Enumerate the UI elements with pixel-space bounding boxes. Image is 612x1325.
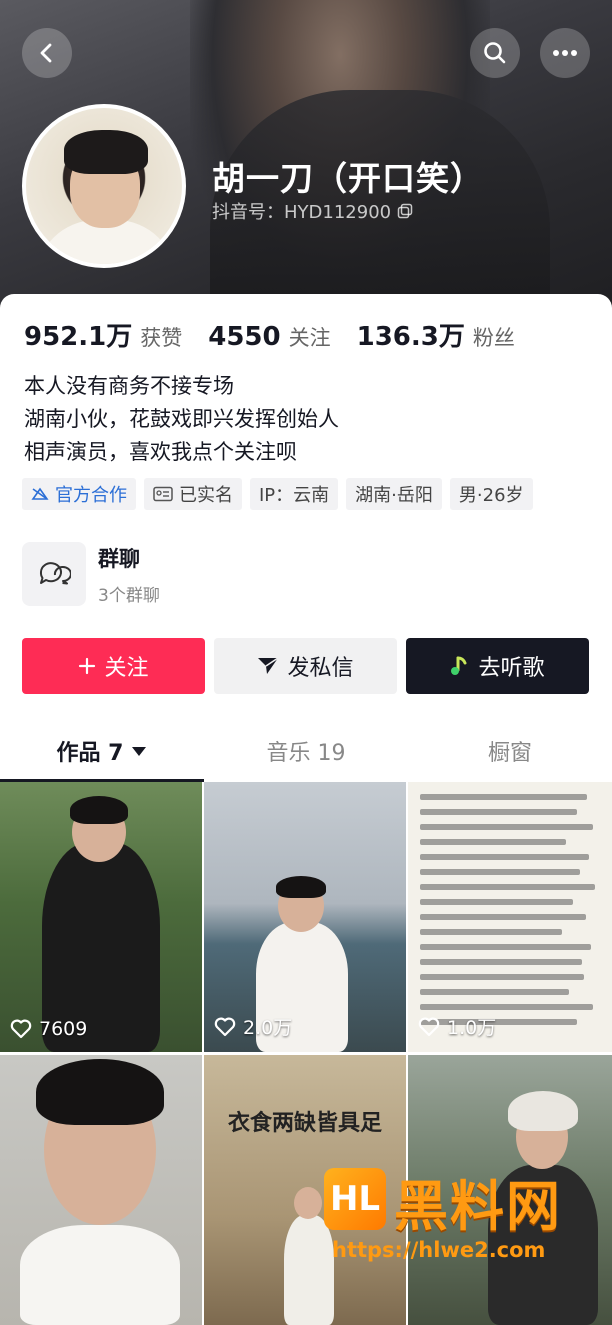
- thumb-hair: [36, 1059, 164, 1125]
- video-likes-count: 2.0万: [243, 1017, 293, 1039]
- followers-label[interactable]: 粉丝: [473, 322, 515, 352]
- tag-ip-location: IP：云南: [250, 478, 339, 510]
- tags-row: 官方合作 已实名 IP：云南 湖南·岳阳 男·26岁: [22, 478, 533, 510]
- thumb-text-lines: [420, 794, 602, 1034]
- music-note-icon: [451, 656, 467, 675]
- site-watermark: HL 黑料网 https://hlwe2.com: [318, 1160, 612, 1280]
- tag-label: IP：云南: [259, 485, 330, 506]
- thumb-headscarf: [508, 1091, 578, 1131]
- video-likes-count: 7609: [39, 1018, 88, 1040]
- message-label: 发私信: [287, 656, 354, 681]
- stats-row: 952.1万 获赞 4550 关注 136.3万 粉丝: [24, 316, 541, 353]
- avatar[interactable]: [22, 104, 186, 268]
- group-chat-text: 群聊 3个群聊: [98, 543, 160, 606]
- tab-label: 音乐 19: [266, 741, 346, 766]
- tab-music[interactable]: 音乐 19: [204, 720, 408, 782]
- bio-line: 相声演员，喜欢我点个关注呗: [24, 440, 297, 464]
- thumb-hair: [70, 796, 128, 824]
- following-label[interactable]: 关注: [289, 322, 331, 352]
- tag-official-cooperation[interactable]: 官方合作: [22, 478, 136, 510]
- avatar-hair: [64, 130, 148, 174]
- more-button[interactable]: [540, 28, 590, 78]
- caret-down-icon: [132, 747, 147, 756]
- video-likes-count: 1.0万: [447, 1017, 497, 1039]
- tab-label: 作品 7: [56, 741, 124, 766]
- watermark-title: 黑料网: [394, 1175, 562, 1238]
- bio-line: 湖南小伙，花鼓戏即兴发挥创始人: [24, 407, 339, 431]
- tag-gender-age: 男·26岁: [449, 478, 533, 510]
- content-tabs: 作品 7 音乐 19 橱窗: [0, 720, 612, 782]
- action-buttons: 关注 发私信 去听歌: [22, 638, 589, 694]
- likes-label: 获赞: [140, 326, 183, 350]
- official-icon: [31, 487, 49, 500]
- video-thumbnail[interactable]: 2.0万: [204, 782, 406, 1052]
- bio: 本人没有商务不接专场 湖南小伙，花鼓戏即兴发挥创始人 相声演员，喜欢我点个关注呗: [24, 370, 339, 469]
- message-button[interactable]: 发私信: [214, 638, 397, 694]
- group-chat-subtitle: 3个群聊: [98, 585, 160, 606]
- back-button[interactable]: [22, 28, 72, 78]
- video-likes: 7609: [10, 1018, 87, 1040]
- tag-label: 男·26岁: [458, 485, 524, 506]
- follow-label: 关注: [104, 656, 149, 681]
- follow-button[interactable]: 关注: [22, 638, 205, 694]
- plus-icon: [79, 657, 96, 675]
- heart-outline-icon: [214, 1017, 236, 1036]
- bio-line: 本人没有商务不接专场: [24, 374, 234, 398]
- video-thumbnail[interactable]: 1.0万: [408, 782, 612, 1052]
- more-dots-icon: [553, 50, 577, 56]
- tag-hometown: 湖南·岳阳: [346, 478, 442, 510]
- tag-label: 官方合作: [55, 485, 127, 506]
- video-likes: 2.0万: [214, 1013, 292, 1040]
- id-card-icon: [153, 486, 173, 502]
- video-likes: 1.0万: [418, 1013, 496, 1040]
- heart-outline-icon: [10, 1019, 32, 1039]
- profile-name: 胡一刀（开口笑）: [212, 159, 484, 198]
- watermark-url: https://hlwe2.com: [332, 1238, 546, 1262]
- profile-card: 952.1万 获赞 4550 关注 136.3万 粉丝 本人没有商务不接专场 湖…: [0, 294, 612, 1325]
- send-icon: [258, 657, 279, 674]
- video-thumbnail[interactable]: 7609: [0, 782, 202, 1052]
- thumb-person: [20, 1225, 180, 1325]
- listen-music-button[interactable]: 去听歌: [406, 638, 589, 694]
- group-chat-icon-box: [22, 542, 86, 606]
- tab-works[interactable]: 作品 7: [0, 720, 204, 782]
- following-count[interactable]: 4550: [208, 322, 280, 352]
- tab-showcase[interactable]: 橱窗: [408, 720, 612, 782]
- chevron-left-icon: [40, 43, 52, 63]
- watermark-logo: HL: [324, 1168, 386, 1230]
- video-overlay-text: 衣食两缺皆具足: [227, 1110, 382, 1136]
- copy-icon[interactable]: [397, 203, 413, 219]
- watermark-logo-text: HL: [329, 1179, 381, 1219]
- douyin-id[interactable]: 抖音号：HYD112900: [212, 198, 413, 224]
- search-icon: [484, 42, 506, 64]
- chat-bubbles-icon: [39, 562, 71, 585]
- douyin-id-text: 抖音号：HYD112900: [212, 202, 392, 223]
- group-chat-title: 群聊: [98, 546, 140, 571]
- likes-count: 952.1万: [24, 322, 133, 352]
- video-thumbnail[interactable]: [0, 1055, 202, 1325]
- heart-outline-icon: [418, 1017, 440, 1036]
- thumb-hair: [276, 876, 326, 898]
- search-button[interactable]: [470, 28, 520, 78]
- group-chat-entry[interactable]: 群聊 3个群聊: [22, 542, 160, 606]
- listen-music-label: 去听歌: [478, 656, 545, 681]
- tab-label: 橱窗: [487, 741, 532, 766]
- tag-label: 已实名: [179, 485, 233, 506]
- tag-label: 湖南·岳阳: [355, 485, 433, 506]
- tag-verified-name[interactable]: 已实名: [144, 478, 242, 510]
- followers-count[interactable]: 136.3万: [357, 316, 465, 353]
